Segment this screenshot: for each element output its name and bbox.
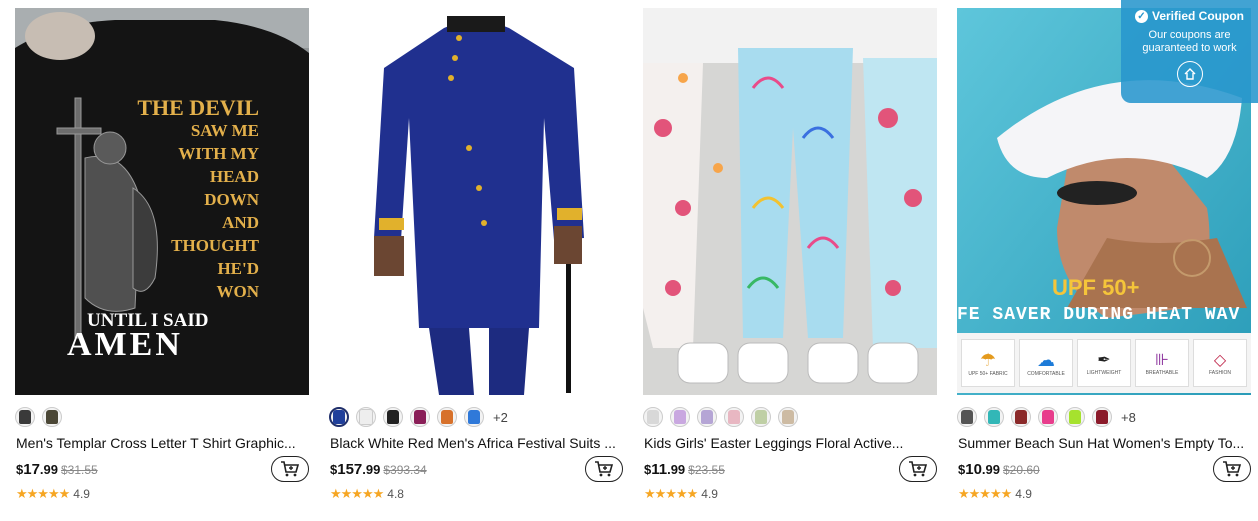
- add-to-cart-button[interactable]: [585, 456, 623, 482]
- color-swatch[interactable]: [437, 407, 457, 427]
- product-image[interactable]: THE DEVIL SAW ME WITH MY HEAD DOWN AND T…: [15, 8, 309, 395]
- star-rating-icon: ★★★★★: [644, 486, 698, 501]
- image-text-line: WON: [216, 282, 260, 301]
- feather-icon: ✒ LIGHTWEIGHT: [1077, 339, 1131, 387]
- product-title[interactable]: Kids Girls' Easter Leggings Floral Activ…: [644, 435, 934, 451]
- verified-coupon-popup[interactable]: ✓ Verified Coupon Our coupons are guaran…: [1121, 0, 1258, 103]
- image-text-line: WITH MY: [178, 144, 259, 163]
- image-text-line: FE SAVER DURING HEAT WAV: [957, 305, 1241, 325]
- coupon-message: Our coupons are guaranteed to work: [1142, 29, 1237, 54]
- image-text-line: THE DEVIL: [137, 95, 259, 120]
- rating: ★★★★★ 4.8: [330, 486, 404, 502]
- cart-icon: [909, 461, 928, 477]
- product-title[interactable]: Men's Templar Cross Letter T Shirt Graph…: [16, 435, 306, 451]
- color-swatch[interactable]: [383, 407, 403, 427]
- check-circle-icon: ✓: [1134, 9, 1148, 23]
- color-swatch[interactable]: [1092, 407, 1112, 427]
- original-price: $31.55: [61, 463, 98, 477]
- rating-value: 4.9: [701, 487, 718, 501]
- color-swatch[interactable]: [751, 407, 771, 427]
- add-to-cart-button[interactable]: [899, 456, 937, 482]
- fence-icon: ⊪ BREATHABLE: [1135, 339, 1189, 387]
- coupon-title: Verified Coupon: [1151, 9, 1244, 23]
- product-image[interactable]: [643, 8, 937, 395]
- rating: ★★★★★ 4.9: [958, 486, 1032, 502]
- color-swatches: [643, 406, 798, 428]
- image-text-line: AND: [222, 213, 259, 232]
- color-swatch[interactable]: [984, 407, 1004, 427]
- product-title[interactable]: Black White Red Men's Africa Festival Su…: [330, 435, 620, 451]
- coupon-header: ✓ Verified Coupon: [1121, 9, 1258, 23]
- color-swatch[interactable]: [15, 407, 35, 427]
- coupon-shield-icon[interactable]: [1176, 61, 1203, 87]
- rating: ★★★★★ 4.9: [16, 486, 90, 502]
- color-swatches: +8: [957, 406, 1136, 428]
- umbrella-icon: ☂ UPF 50+ FABRIC: [961, 339, 1015, 387]
- diamond-icon: ◇ FASHION: [1193, 339, 1247, 387]
- color-swatch[interactable]: [670, 407, 690, 427]
- color-swatch[interactable]: [410, 407, 430, 427]
- image-text-line: DOWN: [204, 190, 259, 209]
- original-price: $20.60: [1003, 463, 1040, 477]
- image-text-line: HEAD: [209, 167, 259, 186]
- rating-value: 4.9: [1015, 487, 1032, 501]
- cart-icon: [1223, 461, 1242, 477]
- color-swatch[interactable]: [356, 407, 376, 427]
- color-swatch[interactable]: [42, 407, 62, 427]
- rating: ★★★★★ 4.9: [644, 486, 718, 502]
- star-rating-icon: ★★★★★: [16, 486, 70, 501]
- image-text-line: SAW ME: [190, 121, 259, 140]
- color-swatches: +2: [329, 406, 508, 428]
- color-swatch[interactable]: [1038, 407, 1058, 427]
- color-swatch[interactable]: [724, 407, 744, 427]
- color-swatches: [15, 406, 62, 428]
- product-image[interactable]: [329, 8, 623, 395]
- product-title[interactable]: Summer Beach Sun Hat Women's Empty To...: [958, 435, 1248, 451]
- image-text-line: UPF 50+: [1052, 275, 1140, 300]
- feature-badges: ☂ UPF 50+ FABRIC ☁ COMFORTABLE ✒ LIGHTWEIGH…: [957, 333, 1251, 393]
- original-price: $23.55: [688, 463, 725, 477]
- rating-value: 4.8: [387, 487, 404, 501]
- cloud-icon: ☁ COMFORTABLE: [1019, 339, 1073, 387]
- color-swatch[interactable]: [643, 407, 663, 427]
- color-swatch[interactable]: [329, 407, 349, 427]
- color-swatch[interactable]: [464, 407, 484, 427]
- add-to-cart-button[interactable]: [271, 456, 309, 482]
- more-colors-count[interactable]: +8: [1121, 410, 1136, 425]
- color-swatch[interactable]: [957, 407, 977, 427]
- color-swatch[interactable]: [1011, 407, 1031, 427]
- color-swatch[interactable]: [1065, 407, 1085, 427]
- color-swatch[interactable]: [778, 407, 798, 427]
- star-rating-icon: ★★★★★: [330, 486, 384, 501]
- original-price: $393.34: [383, 463, 427, 477]
- product-price: $157.99 $393.34: [330, 461, 427, 478]
- product-price: $11.99 $23.55: [644, 461, 725, 478]
- cart-icon: [281, 461, 300, 477]
- rating-value: 4.9: [73, 487, 90, 501]
- add-to-cart-button[interactable]: [1213, 456, 1251, 482]
- color-swatch[interactable]: [697, 407, 717, 427]
- image-text-line: AMEN: [67, 326, 183, 363]
- product-price: $10.99 $20.60: [958, 461, 1040, 478]
- image-text-line: THOUGHT: [171, 236, 259, 255]
- more-colors-count[interactable]: +2: [493, 410, 508, 425]
- image-text-line: HE'D: [217, 259, 259, 278]
- star-rating-icon: ★★★★★: [958, 486, 1012, 501]
- cart-icon: [595, 461, 614, 477]
- product-price: $17.99 $31.55: [16, 461, 98, 478]
